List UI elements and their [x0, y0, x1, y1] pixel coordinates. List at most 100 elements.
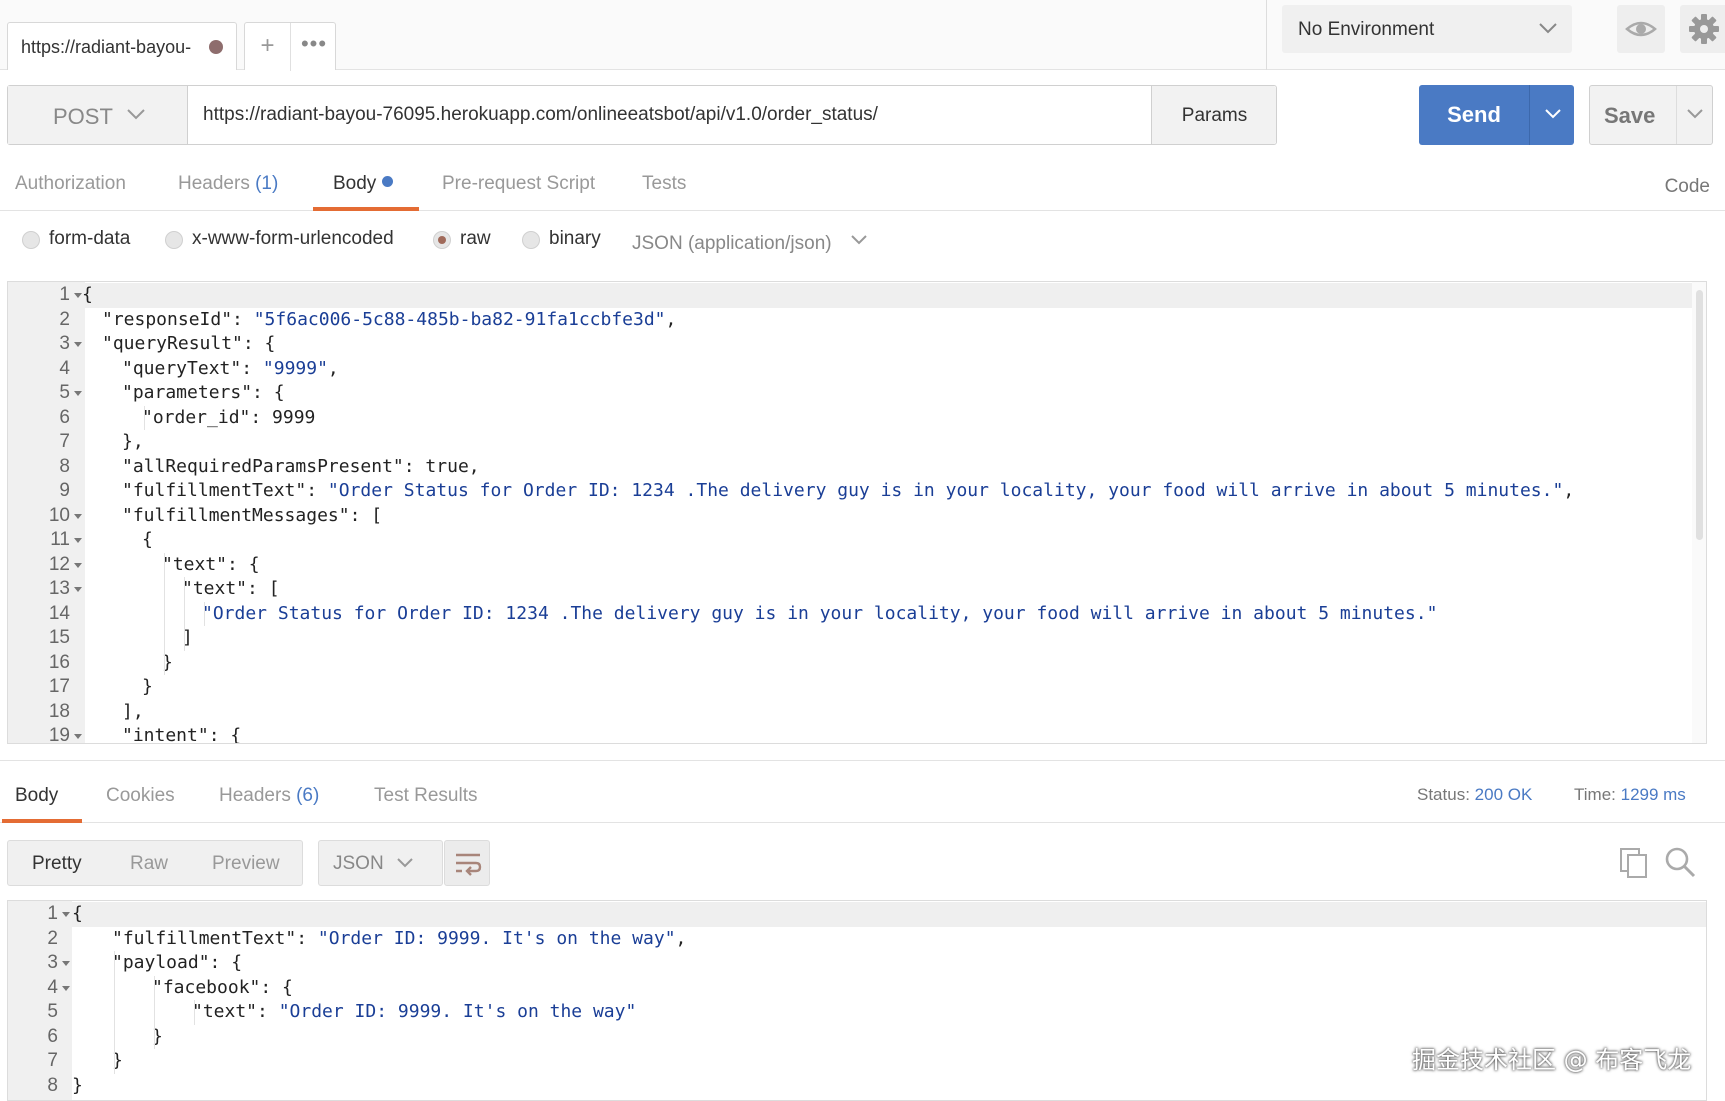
binary-radio[interactable] — [522, 231, 540, 249]
code-token: "order_id": 9999 — [142, 406, 316, 428]
response-tab-cookies[interactable]: Cookies — [106, 785, 175, 807]
wrap-lines-button[interactable] — [444, 840, 490, 886]
form-data-radio[interactable] — [22, 231, 40, 249]
fold-arrow-icon[interactable] — [62, 985, 70, 991]
fold-arrow-icon[interactable] — [74, 734, 82, 739]
request-body-editor[interactable]: 1{2 "responseId": "5f6ac006-5c88-485b-ba8… — [7, 281, 1707, 744]
fold-arrow-icon[interactable] — [74, 513, 82, 519]
params-button[interactable]: Params — [1151, 86, 1276, 144]
line-number: 13 — [48, 578, 70, 599]
response-tab-body[interactable]: Body — [15, 785, 58, 807]
top-bar: https://radiant-bayou- + ••• No Environm… — [0, 0, 1725, 71]
code-link[interactable]: Code — [1665, 176, 1710, 198]
urlencoded-radio[interactable] — [165, 231, 183, 249]
code-token: } — [72, 1074, 83, 1096]
code-line: 13 "text": [ — [8, 577, 1706, 602]
code-text: "fulfillmentMessages": [ — [122, 504, 382, 529]
indent-guide — [144, 405, 145, 430]
request-tab[interactable]: https://radiant-bayou- — [7, 22, 237, 70]
copy-button[interactable] — [1617, 845, 1651, 884]
send-button[interactable]: Send — [1419, 85, 1574, 145]
time-readout: Time: 1299 ms — [1574, 785, 1686, 805]
divider — [1529, 85, 1530, 145]
request-bar: POST https://radiant-bayou-76095.herokua… — [7, 85, 1277, 145]
fold-arrow-icon[interactable] — [74, 587, 82, 592]
preview-button[interactable]: Preview — [212, 853, 280, 875]
environment-quick-look-button[interactable] — [1617, 5, 1665, 53]
tab-count: (1) — [255, 173, 279, 194]
indent-guide — [194, 1000, 195, 1025]
line-number: 17 — [48, 676, 70, 697]
raw-label[interactable]: raw — [460, 228, 491, 250]
urlencoded-label[interactable]: x-www-form-urlencoded — [192, 228, 394, 250]
response-format-select[interactable]: JSON — [318, 840, 443, 886]
fold-arrow-icon[interactable] — [74, 391, 82, 396]
fold-arrow-icon[interactable] — [62, 912, 70, 917]
fold-arrow-icon[interactable] — [74, 538, 82, 543]
code-text: } — [72, 1074, 83, 1099]
line-number: 6 — [47, 1025, 58, 1047]
fold-arrow-icon[interactable] — [74, 562, 82, 568]
tab-body[interactable]: Body — [333, 173, 394, 195]
string-token: "Order ID: 9999. It's on the way" — [317, 927, 676, 949]
code-line: 14 "Order Status for Order ID: 1234 .The … — [8, 602, 1706, 627]
indent-guide — [204, 601, 205, 626]
new-tab-button[interactable]: + — [245, 23, 291, 71]
tab-authorization[interactable]: Authorization — [15, 173, 126, 195]
line-number: 18 — [48, 700, 70, 722]
tab-pre-request-script[interactable]: Pre-request Script — [442, 173, 595, 195]
code-line: 16} — [8, 651, 1706, 676]
line-number: 1 — [47, 903, 58, 924]
divider — [1676, 86, 1677, 144]
code-line: 2 "fulfillmentText": "Order ID: 9999. It'… — [8, 927, 1706, 952]
response-view-mode: Pretty Raw Preview — [7, 840, 303, 886]
chevron-down-icon[interactable] — [1685, 107, 1705, 126]
modified-dot-icon — [382, 176, 394, 187]
divider — [0, 760, 1725, 761]
tab-tests[interactable]: Tests — [642, 173, 686, 195]
code-token: { — [72, 903, 83, 924]
code-text: } — [142, 675, 153, 700]
fold-arrow-icon[interactable] — [74, 342, 82, 347]
tab-actions: + ••• — [244, 22, 337, 71]
chevron-down-icon[interactable] — [1543, 107, 1563, 126]
code-token: "intent": { — [122, 725, 242, 744]
tab-headers[interactable]: Headers (1) — [178, 173, 278, 195]
string-token: "5f6ac006-5c88-485b-ba82-91fa1ccbfe3d" — [253, 308, 666, 330]
response-tab-test-results[interactable]: Test Results — [374, 785, 477, 807]
settings-button[interactable] — [1680, 5, 1725, 53]
fold-arrow-icon[interactable] — [74, 293, 82, 298]
active-tab-indicator — [2, 819, 82, 823]
code-line: 9 "fulfillmentText": "Order Status for Or… — [8, 479, 1706, 504]
content-type-label: JSON (application/json) — [632, 233, 832, 254]
form-data-label[interactable]: form-data — [49, 228, 130, 250]
search-button[interactable] — [1663, 845, 1697, 884]
code-token: { — [82, 284, 93, 305]
indent-guide — [184, 577, 185, 651]
code-token: "queryText": — [122, 357, 263, 379]
code-text: "queryResult": { — [102, 332, 275, 357]
raw-radio[interactable] — [433, 231, 451, 249]
tab-label: Headers — [178, 173, 250, 194]
response-tab-headers[interactable]: Headers (6) — [219, 785, 319, 807]
code-token: } — [142, 676, 153, 697]
content-type-select[interactable]: JSON (application/json) — [632, 231, 869, 255]
fold-arrow-icon[interactable] — [62, 961, 70, 966]
string-token: "9999" — [262, 357, 328, 379]
line-number: 9 — [59, 480, 70, 501]
url-input[interactable]: https://radiant-bayou-76095.herokuapp.co… — [203, 104, 878, 126]
environment-select[interactable]: No Environment — [1282, 5, 1572, 53]
binary-label[interactable]: binary — [549, 228, 601, 250]
pretty-button[interactable]: Pretty — [32, 853, 82, 875]
code-line: 1{ — [8, 283, 1706, 308]
code-text: "fulfillmentText": "Order Status for Ord… — [122, 479, 1574, 504]
more-tabs-button[interactable]: ••• — [291, 23, 337, 71]
line-number: 2 — [47, 927, 58, 949]
tab-label: Tests — [642, 173, 687, 194]
save-button[interactable]: Save — [1589, 85, 1713, 145]
code-line: 5 "text": "Order ID: 9999. It's on the wa… — [8, 1000, 1706, 1025]
tab-count: (6) — [296, 785, 320, 806]
method-select[interactable]: POST — [8, 86, 188, 144]
line-number: 2 — [59, 308, 70, 330]
raw-button[interactable]: Raw — [130, 853, 168, 875]
